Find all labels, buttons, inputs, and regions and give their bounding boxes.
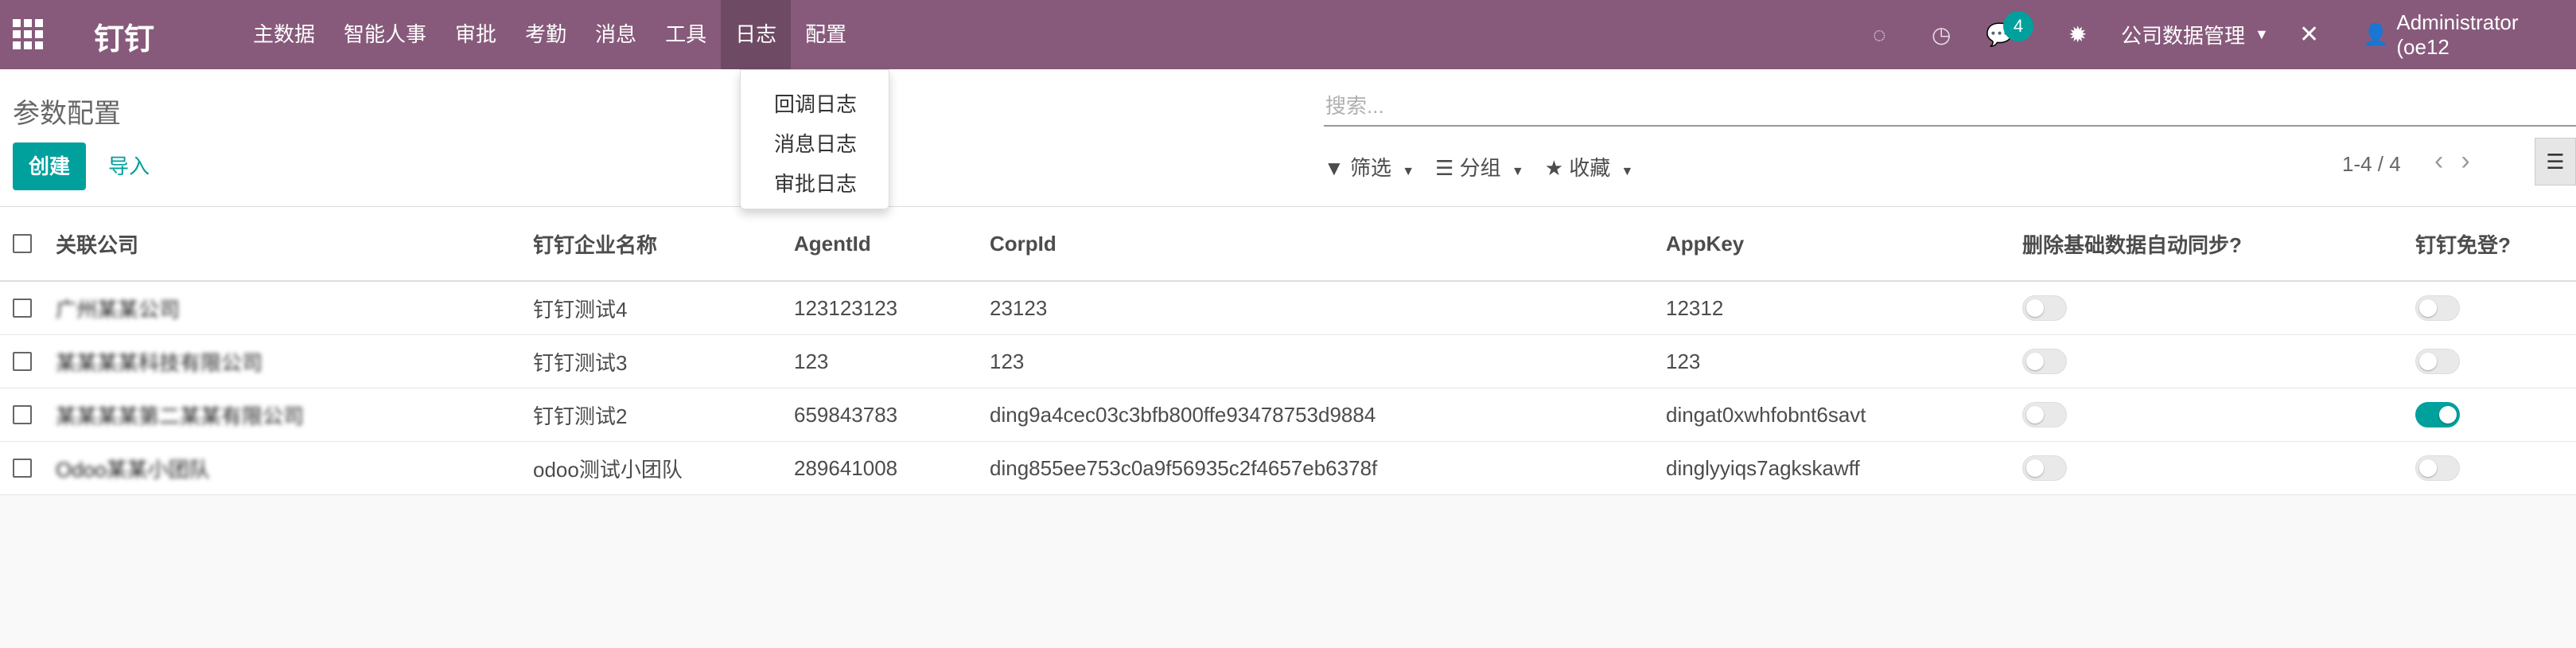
auto-sync-toggle[interactable] — [2022, 402, 2067, 427]
records-table: 关联公司 钉钉企业名称 AgentId CorpId AppKey 删除基础数据… — [0, 207, 2576, 495]
row-checkbox[interactable] — [13, 352, 32, 371]
cell-company: Odoo某某小团队 — [56, 457, 210, 482]
sso-toggle[interactable] — [2415, 402, 2460, 427]
menu-item-messages[interactable]: 消息 — [581, 0, 651, 69]
cell-agentid: 289641008 — [794, 455, 898, 480]
favorites-dropdown[interactable]: ★ 收藏 ▼ — [1545, 152, 1634, 182]
group-by-dropdown[interactable]: ☰ 分组 ▼ — [1435, 152, 1524, 182]
cell-name: 钉钉测试2 — [533, 404, 628, 428]
cell-corpid: 123 — [990, 349, 1025, 373]
control-panel: 参数配置 创建 导入 ▼ 筛选 ▼ ☰ 分组 ▼ ★ 收藏 ▼ 1-4 / 4 … — [0, 69, 2576, 207]
chevron-down-icon: ▼ — [2255, 26, 2269, 42]
table-row[interactable]: 某某某某科技有限公司 钉钉测试3 123 123 123 — [0, 335, 2576, 388]
cell-corpid: ding9a4cec03c3bfb800ffe93478753d9884 — [990, 402, 1376, 427]
cell-name: odoo测试小团队 — [533, 457, 683, 482]
chevron-left-icon[interactable]: ‹ — [2434, 146, 2461, 176]
cell-company: 某某某某科技有限公司 — [56, 350, 263, 375]
main-menu: 主数据 智能人事 审批 考勤 消息 工具 日志 配置 — [239, 0, 861, 69]
user-icon: 👤 — [2363, 22, 2389, 46]
star-icon: ★ — [1544, 156, 1564, 180]
menu-item-tools[interactable]: 工具 — [651, 0, 721, 69]
column-header-agentid[interactable]: AgentId — [794, 207, 871, 280]
table-row[interactable]: 某某某某第二某某有限公司 钉钉测试2 659843783 ding9a4cec0… — [0, 388, 2576, 442]
logs-dropdown-menu: 回调日志 消息日志 审批日志 — [740, 69, 889, 209]
company-switcher[interactable]: 公司数据管理 ▼ — [2121, 0, 2269, 69]
cell-agentid: 659843783 — [794, 402, 898, 427]
auto-sync-toggle[interactable] — [2022, 349, 2067, 374]
column-header-auto-sync[interactable]: 删除基础数据自动同步? — [2022, 207, 2242, 280]
import-button[interactable]: 导入 — [108, 142, 150, 190]
cell-agentid: 123123123 — [794, 295, 898, 320]
cell-appkey: 123 — [1666, 349, 1701, 373]
menu-item-hr[interactable]: 智能人事 — [329, 0, 441, 69]
chevron-right-icon[interactable]: › — [2461, 146, 2487, 176]
cell-company: 某某某某第二某某有限公司 — [56, 404, 305, 428]
menu-item-message-log[interactable]: 消息日志 — [741, 124, 889, 164]
cell-company: 广州某某公司 — [56, 297, 181, 322]
app-brand: 钉钉 — [94, 23, 155, 57]
table-row[interactable]: 广州某某公司 钉钉测试4 123123123 23123 12312 — [0, 282, 2576, 335]
table-header: 关联公司 钉钉企业名称 AgentId CorpId AppKey 删除基础数据… — [0, 207, 2576, 282]
chevron-down-icon: ▼ — [1621, 165, 1634, 178]
cell-corpid: 23123 — [990, 295, 1048, 320]
search-input[interactable] — [1324, 87, 2576, 125]
menu-item-config[interactable]: 配置 — [791, 0, 861, 69]
column-header-company[interactable]: 关联公司 — [56, 207, 138, 280]
cell-corpid: ding855ee753c0a9f56935c2f4657eb6378f — [990, 455, 1378, 480]
select-all-checkbox[interactable] — [13, 234, 32, 253]
clock-icon[interactable]: ◷ — [1932, 0, 1951, 69]
filter-icon: ▼ — [1324, 156, 1344, 180]
row-checkbox[interactable] — [13, 459, 32, 478]
table-row[interactable]: Odoo某某小团队 odoo测试小团队 289641008 ding855ee7… — [0, 442, 2576, 495]
menu-item-approval-log[interactable]: 审批日志 — [741, 164, 889, 204]
apps-grid-icon[interactable] — [13, 19, 43, 49]
message-count-badge: 4 — [2003, 11, 2033, 41]
spinner-icon[interactable]: ◌ — [1873, 0, 1886, 69]
pager-arrows: ‹› — [2434, 146, 2488, 177]
column-header-corpid[interactable]: CorpId — [990, 207, 1056, 280]
sso-toggle[interactable] — [2415, 295, 2460, 321]
row-checkbox[interactable] — [13, 405, 32, 424]
filter-dropdown[interactable]: ▼ 筛选 ▼ — [1324, 152, 1414, 182]
list-view-icon[interactable]: ☰ — [2535, 138, 2576, 185]
chevron-down-icon: ▼ — [1402, 165, 1415, 178]
user-menu[interactable]: 👤 Administrator (oe12 — [2363, 0, 2576, 69]
cell-appkey: dingat0xwhfobnt6savt — [1666, 402, 1866, 427]
cell-agentid: 123 — [794, 349, 829, 373]
cell-name: 钉钉测试3 — [533, 350, 628, 375]
column-header-name[interactable]: 钉钉企业名称 — [533, 207, 657, 280]
search-box — [1324, 87, 2576, 127]
breadcrumb-title: 参数配置 — [13, 99, 121, 129]
row-checkbox[interactable] — [13, 299, 32, 318]
auto-sync-toggle[interactable] — [2022, 295, 2067, 321]
tools-icon[interactable]: ✕ — [2299, 0, 2319, 69]
cell-appkey: 12312 — [1666, 295, 1724, 320]
bug-icon[interactable]: ✹ — [2068, 0, 2087, 69]
column-header-appkey[interactable]: AppKey — [1666, 207, 1744, 280]
company-label: 公司数据管理 — [2121, 24, 2246, 48]
cell-appkey: dinglyyiqs7agkskawff — [1666, 455, 1860, 480]
menu-item-callback-log[interactable]: 回调日志 — [741, 84, 889, 124]
cell-name: 钉钉测试4 — [533, 297, 628, 322]
chevron-down-icon: ▼ — [1511, 165, 1524, 178]
menu-item-approval[interactable]: 审批 — [441, 0, 511, 69]
auto-sync-toggle[interactable] — [2022, 455, 2067, 481]
list-bars-icon: ☰ — [1435, 156, 1454, 180]
menu-item-master-data[interactable]: 主数据 — [239, 0, 329, 69]
search-options: ▼ 筛选 ▼ ☰ 分组 ▼ ★ 收藏 ▼ — [1324, 152, 1654, 182]
create-button[interactable]: 创建 — [13, 142, 86, 190]
top-navbar: 钉钉 主数据 智能人事 审批 考勤 消息 工具 日志 配置 ◌ ◷ 💬 4 ✹ … — [0, 0, 2576, 69]
pager-value[interactable]: 1-4 / 4 — [2342, 152, 2401, 177]
sso-toggle[interactable] — [2415, 349, 2460, 374]
sso-toggle[interactable] — [2415, 455, 2460, 481]
user-name: Administrator (oe12 — [2396, 10, 2519, 59]
menu-item-logs[interactable]: 日志 — [721, 0, 792, 69]
menu-item-attendance[interactable]: 考勤 — [511, 0, 581, 69]
column-header-sso[interactable]: 钉钉免登? — [2415, 207, 2511, 280]
